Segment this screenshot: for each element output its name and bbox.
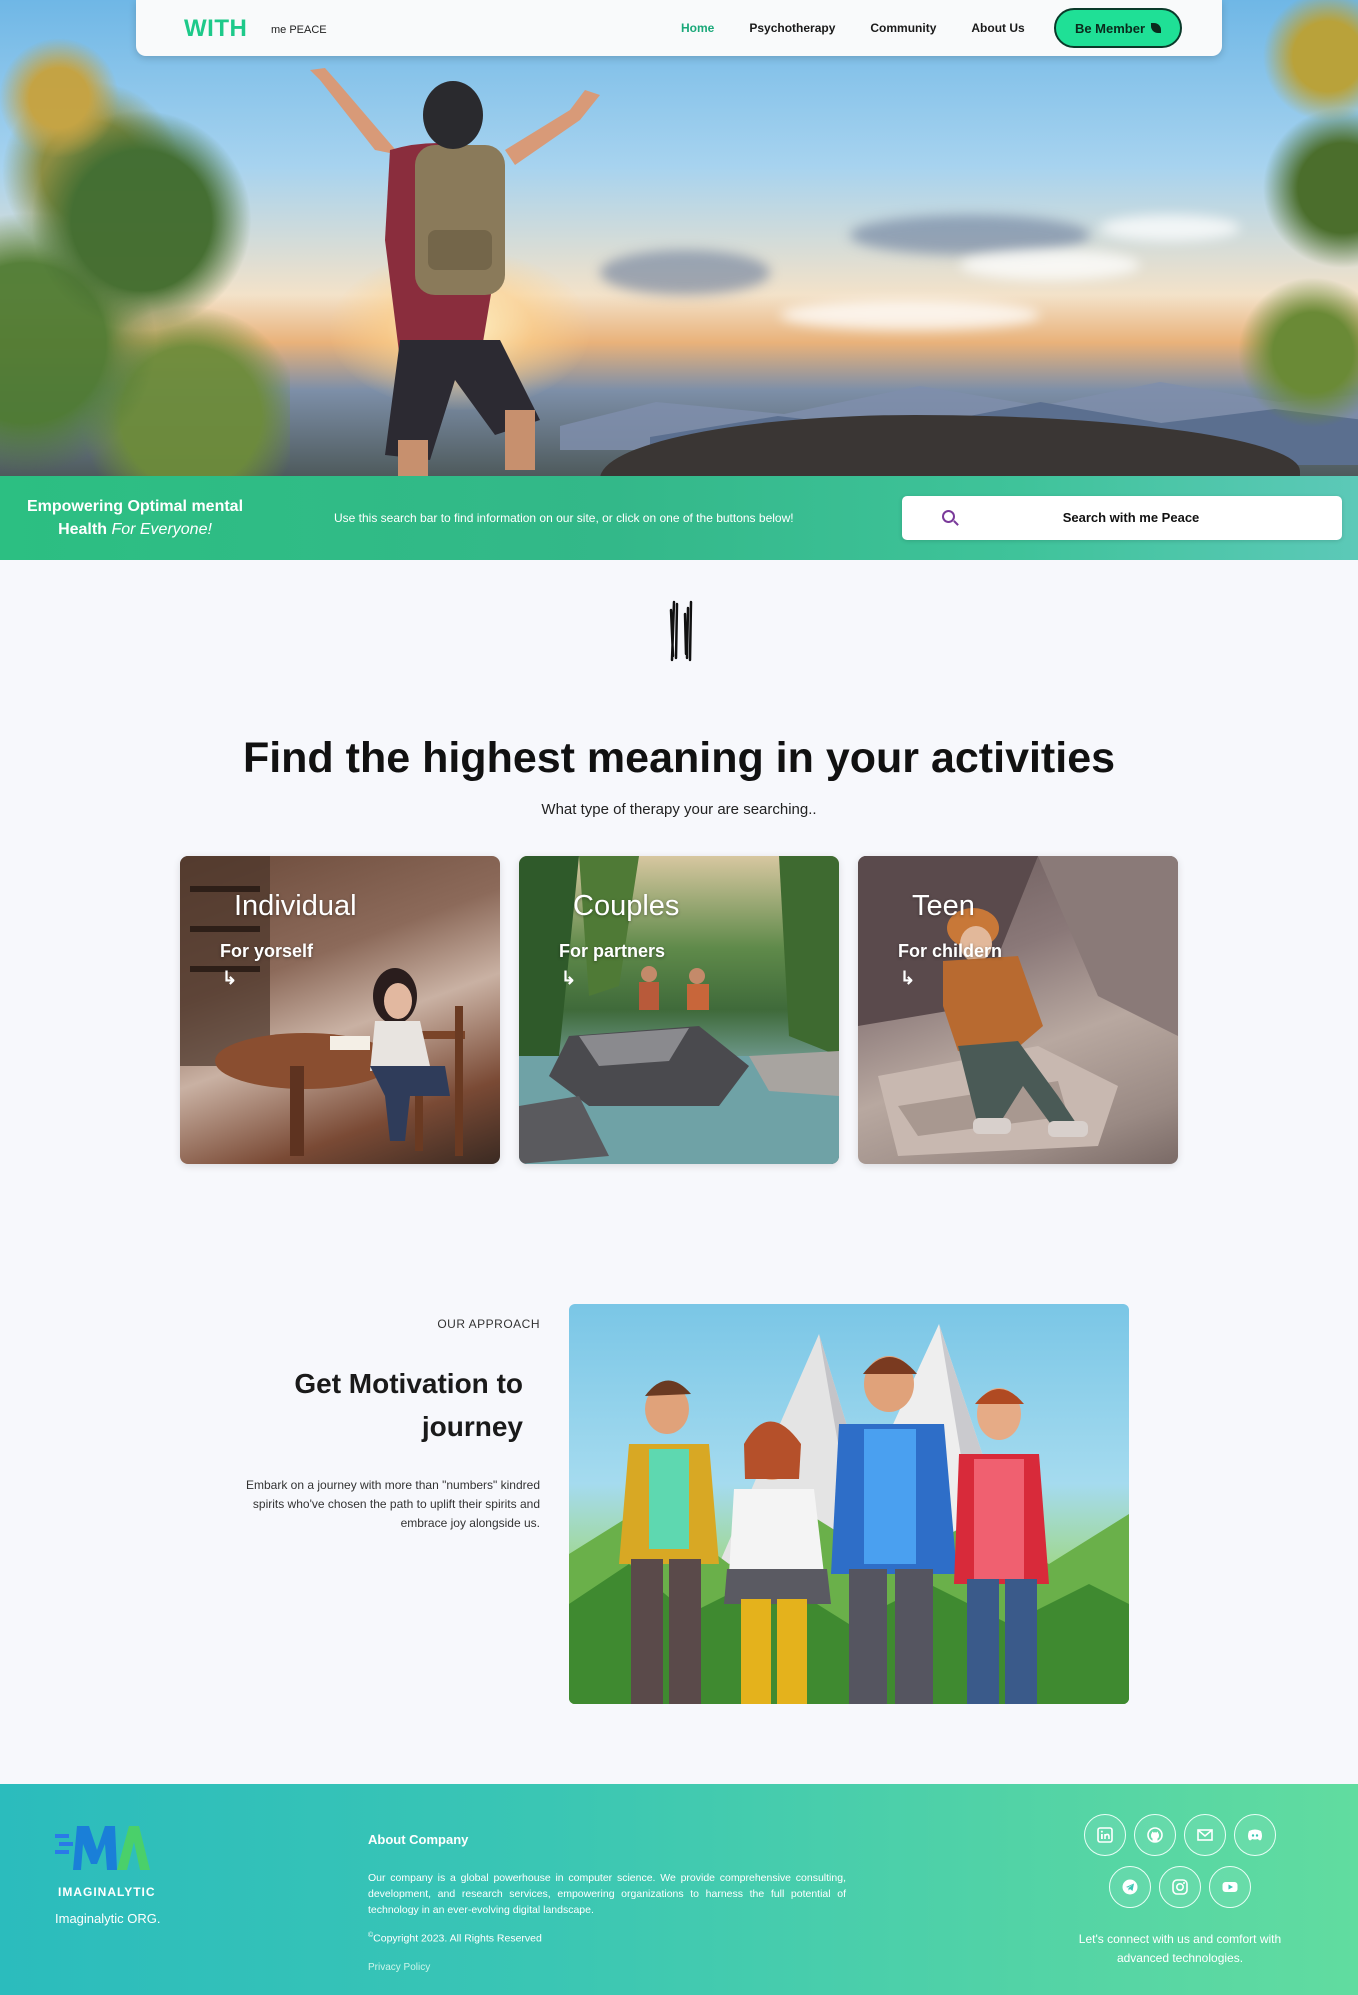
be-member-button[interactable]: Be Member: [1054, 8, 1182, 48]
top-navbar: WITH me PEACE Home Psychotherapy Communi…: [136, 0, 1222, 56]
privacy-policy-link[interactable]: Privacy Policy: [368, 1962, 430, 1973]
hero-cloud: [960, 250, 1140, 280]
copyright: ©Copyright 2023. All Rights Reserved: [368, 1932, 542, 1945]
instagram-button[interactable]: [1159, 1866, 1201, 1908]
telegram-icon: [1122, 1879, 1138, 1895]
discord-button[interactable]: [1234, 1814, 1276, 1856]
brand-logo[interactable]: WITH: [184, 15, 247, 43]
tagline: Empowering Optimal mental Health For Eve…: [20, 495, 250, 541]
leaf-icon: [1151, 23, 1162, 33]
card-title: Couples: [573, 890, 680, 922]
github-button[interactable]: [1134, 1814, 1176, 1856]
search-band: Empowering Optimal mental Health For Eve…: [0, 476, 1358, 560]
arrow-icon: ↳: [222, 968, 238, 988]
nav-link-community[interactable]: Community: [870, 21, 936, 35]
imaginalytic-logo[interactable]: [55, 1820, 150, 1872]
approach-text: Embark on a journey with more than "numb…: [246, 1478, 540, 1530]
youtube-button[interactable]: [1209, 1866, 1251, 1908]
page-subheadline: What type of therapy your are searching.…: [541, 801, 817, 818]
card-subtitle: For yorself: [220, 941, 314, 961]
github-icon: [1147, 1827, 1163, 1843]
arrow-icon: ↳: [900, 968, 916, 988]
instagram-icon: [1172, 1879, 1188, 1895]
hero-cloud: [780, 300, 1040, 330]
page-headline: Find the highest meaning in your activit…: [242, 734, 1116, 782]
card-title: Individual: [234, 890, 357, 922]
approach-illustration: [569, 1304, 1129, 1704]
card-title: Teen: [912, 890, 975, 922]
discord-icon: [1248, 1829, 1262, 1841]
email-button[interactable]: [1184, 1814, 1226, 1856]
card-image: [858, 856, 1178, 1164]
hiker-illustration: [310, 68, 600, 476]
connect-text: Let's connect with us and comfort with a…: [1078, 1932, 1282, 1965]
hero-tree: [0, 0, 290, 476]
logo-text: IMAGINALYTIC: [58, 1885, 156, 1899]
copyright-text: Copyright 2023. All Rights Reserved: [373, 1932, 542, 1945]
teen-scene-illustration: [858, 856, 1178, 1156]
nav-link-about-us[interactable]: About Us: [971, 21, 1024, 35]
therapy-card-teen[interactable]: Teen For childern ↳: [858, 856, 1178, 1164]
brand-subtitle: me PEACE: [271, 24, 327, 36]
hero-cloud: [600, 250, 770, 295]
hero-image: [0, 0, 1358, 476]
org-name: Imaginalytic ORG.: [55, 1911, 161, 1926]
therapy-card-individual[interactable]: Individual For yorself ↳: [180, 856, 500, 1164]
nav-links: Home Psychotherapy Community About Us: [681, 21, 1060, 35]
about-heading: About Company: [368, 1832, 469, 1847]
hero-tree: [1238, 0, 1358, 470]
linkedin-button[interactable]: [1084, 1814, 1126, 1856]
site-footer: IMAGINALYTIC Imaginalytic ORG. About Com…: [0, 1784, 1358, 1995]
linkedin-icon: [1097, 1827, 1113, 1843]
approach-title: Get Motivation to journey: [294, 1368, 523, 1442]
social-links: [1080, 1814, 1280, 1918]
nav-link-home[interactable]: Home: [681, 21, 714, 35]
therapy-card-couples[interactable]: Couples For partners ↳: [519, 856, 839, 1164]
about-text: Our company is a global powerhouse in co…: [368, 1872, 846, 1916]
search-label: Search with me Peace: [1062, 510, 1200, 525]
card-subtitle: For partners: [559, 941, 666, 961]
search-hint: Use this search bar to find information …: [334, 511, 794, 525]
card-subtitle: For childern: [898, 941, 1003, 961]
approach-eyebrow: OUR APPROACH: [437, 1317, 540, 1331]
be-member-label: Be Member: [1074, 20, 1146, 36]
tagline-emphasis: For Everyone!: [111, 521, 212, 538]
search-button[interactable]: Search with me Peace: [902, 496, 1342, 540]
friends-group-illustration: [569, 1324, 1129, 1704]
hero-cloud: [850, 215, 1090, 255]
telegram-button[interactable]: [1109, 1866, 1151, 1908]
arrow-icon: ↳: [561, 968, 577, 988]
quote-icon: [669, 600, 693, 662]
hero-cloud: [1100, 215, 1240, 241]
nav-link-psychotherapy[interactable]: Psychotherapy: [749, 21, 835, 35]
email-icon: [1197, 1829, 1213, 1841]
youtube-icon: [1222, 1882, 1238, 1892]
